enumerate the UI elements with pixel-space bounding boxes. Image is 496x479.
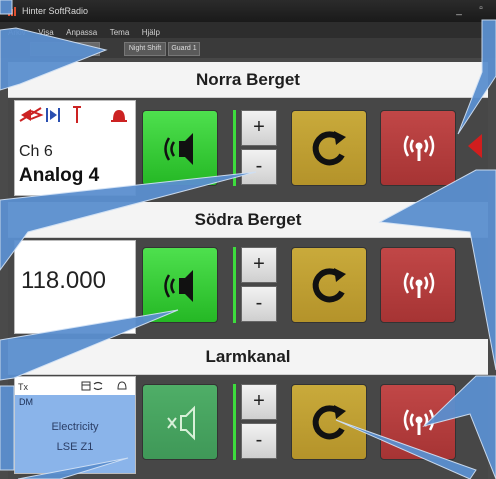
callout-right-middle <box>378 169 496 371</box>
callout-menu-left-edge <box>0 0 13 15</box>
callout-dm-line <box>17 457 129 479</box>
callout-dm-panel <box>0 385 15 471</box>
callout-top-right <box>457 19 496 135</box>
callout-stepper <box>0 171 257 271</box>
callout-tabs <box>0 27 108 91</box>
app-window: Hinter SoftRadio _ ▫ Arkiv Visa Anpassa … <box>0 0 496 479</box>
callout-speaker <box>0 309 179 381</box>
annotation-callouts <box>0 0 496 479</box>
callout-reset <box>335 419 477 479</box>
